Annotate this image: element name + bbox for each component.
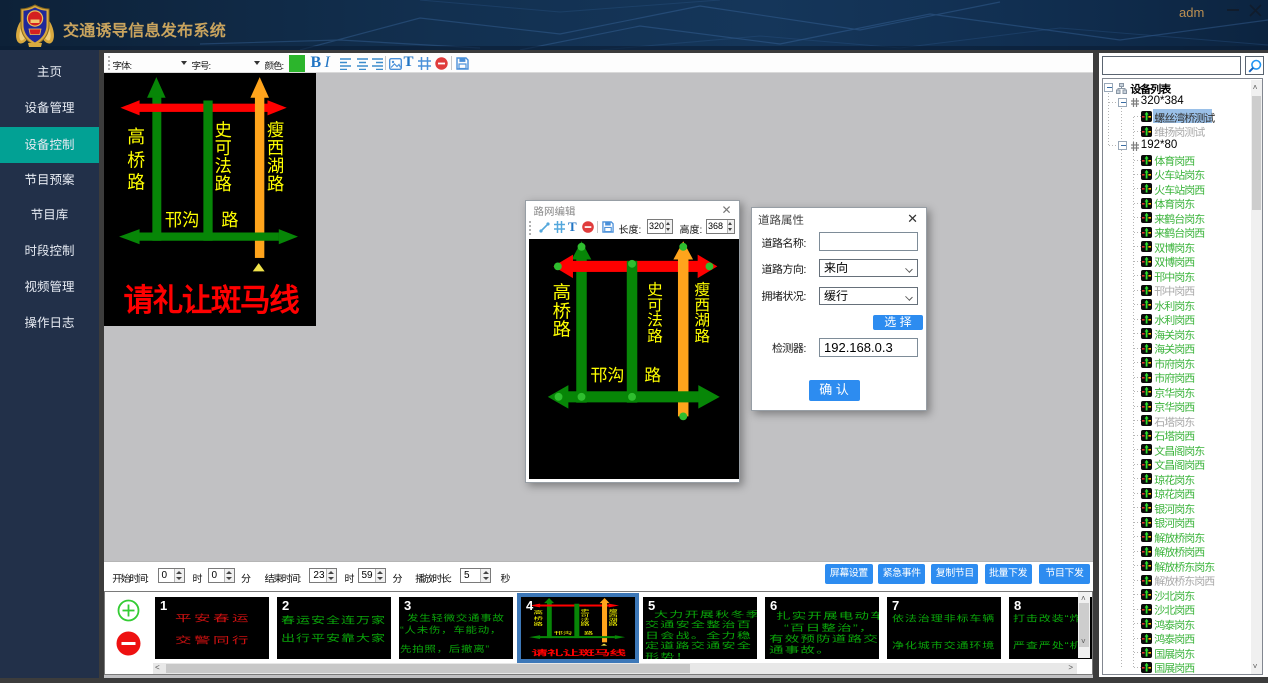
svg-text:路: 路 [644,361,661,386]
svg-text:路: 路 [553,316,571,342]
svg-text:路: 路 [127,168,145,194]
svg-text:请礼让斑马线: 请礼让斑马线 [532,646,627,658]
svg-text:高: 高 [127,122,145,148]
svg-text:邗沟: 邗沟 [590,361,624,386]
svg-text:邗沟: 邗沟 [165,207,199,232]
svg-text:路: 路 [608,621,618,627]
svg-text:路: 路 [584,630,594,636]
svg-text:路: 路 [647,323,663,346]
svg-text:路: 路 [533,620,543,627]
svg-text:路: 路 [267,171,285,196]
svg-text:路: 路 [580,621,590,627]
svg-text:路: 路 [215,171,233,196]
svg-text:邗沟: 邗沟 [554,630,572,636]
svg-text:路: 路 [694,323,710,346]
svg-text:路: 路 [221,207,239,232]
svg-text:请礼让斑马线: 请礼让斑马线 [124,274,300,320]
